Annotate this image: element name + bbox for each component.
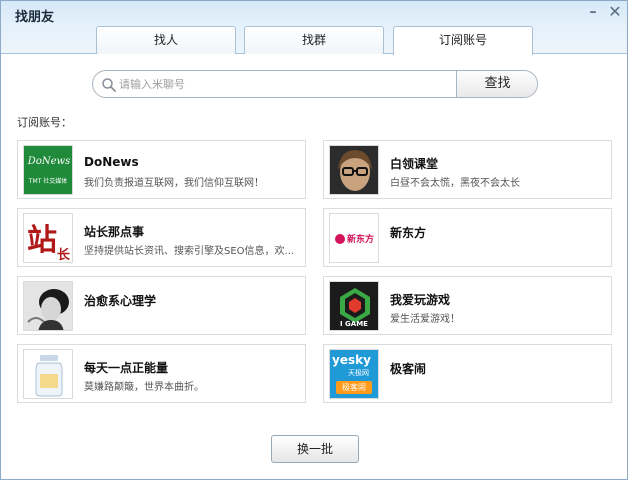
bailing-avatar-image (330, 146, 378, 194)
tab-subscription-accounts[interactable]: 订阅账号 (393, 26, 533, 55)
zhanzhang-logo: 站 长 (23, 213, 73, 263)
zhiyu-avatar-image (24, 282, 72, 330)
account-desc: 白昼不会太慌，黑夜不会太长 (390, 178, 520, 189)
account-card-bailing[interactable]: 白领课堂 白昼不会太慌，黑夜不会太长 (323, 140, 612, 199)
xindongfang-logo-text: 新东方 (347, 235, 375, 245)
account-desc: 坚持提供站长资讯、搜索引擎及SEO信息，欢... (84, 246, 295, 257)
search-button[interactable]: 查找 (456, 71, 537, 97)
account-card-donews[interactable]: DoNews TMT 社交媒体 DoNews 我们负责报道互联网，我们信仰互联网… (17, 140, 306, 199)
donews-logo-text: DoNews (27, 156, 71, 167)
account-name: 我爱玩游戏 (390, 293, 451, 307)
search-input[interactable] (119, 74, 449, 94)
account-card-igame[interactable]: I GAME 我爱玩游戏 爱生活爱游戏！ (323, 276, 612, 335)
tab-find-people[interactable]: 找人 (96, 26, 236, 54)
search-box: 查找 (92, 70, 538, 98)
refresh-batch-button[interactable]: 换一批 (271, 435, 359, 463)
account-desc: 莫嫌路颠簸，世界本曲折。 (84, 382, 204, 393)
donews-logo-subtitle: TMT 社交媒体 (28, 178, 68, 185)
yesky-logo: yesky 天极网 极客闹 (329, 349, 379, 399)
bailing-avatar (329, 145, 379, 195)
yesky-logo-text: yesky (332, 353, 371, 367)
account-desc: 我们负责报道互联网，我们信仰互联网！ (84, 178, 264, 189)
account-name: 白领课堂 (390, 157, 439, 171)
igame-logo: I GAME (329, 281, 379, 331)
zhengnengliang-logo (23, 349, 73, 399)
account-name: 极客闹 (390, 362, 427, 376)
account-name: 治愈系心理学 (84, 294, 157, 308)
account-name: 每天一点正能量 (84, 361, 169, 375)
account-card-zhiyu[interactable]: 治愈系心理学 (17, 276, 306, 335)
jar-icon (24, 350, 72, 398)
zhanzhang-logo-char2: 长 (57, 248, 71, 263)
account-card-xindongfang[interactable]: 新东方 新东方 (323, 208, 612, 267)
igame-logo-text: I GAME (340, 320, 368, 328)
minimize-icon[interactable]: – (583, 3, 603, 21)
account-name: DoNews (84, 155, 139, 169)
account-name: 站长那点事 (84, 225, 145, 239)
section-label: 订阅账号： (17, 116, 72, 129)
account-card-zhengnengliang[interactable]: 每天一点正能量 莫嫌路颠簸，世界本曲折。 (17, 344, 306, 403)
close-icon[interactable]: ✕ (605, 3, 625, 21)
xindongfang-logo: 新东方 (329, 213, 379, 263)
zhiyu-avatar (23, 281, 73, 331)
donews-logo: DoNews TMT 社交媒体 (23, 145, 73, 195)
title-bar: 找朋友 – ✕ 找人 找群 订阅账号 (1, 1, 627, 55)
tab-find-groups[interactable]: 找群 (244, 26, 384, 54)
window-title: 找朋友 (15, 10, 55, 25)
find-friends-window: 找朋友 – ✕ 找人 找群 订阅账号 查找 订阅账号： DoNews TMT 社… (0, 0, 628, 480)
search-icon (102, 78, 116, 92)
zhanzhang-logo-char: 站 (27, 223, 57, 258)
account-card-zhanzhang[interactable]: 站 长 站长那点事 坚持提供站长资讯、搜索引擎及SEO信息，欢... (17, 208, 306, 267)
yesky-logo-badge: 极客闹 (336, 381, 372, 394)
account-desc: 爱生活爱游戏！ (390, 314, 460, 325)
account-card-jikenao[interactable]: yesky 天极网 极客闹 极客闹 (323, 344, 612, 403)
account-name: 新东方 (390, 226, 427, 240)
yesky-logo-subtitle: 天极网 (348, 369, 369, 377)
